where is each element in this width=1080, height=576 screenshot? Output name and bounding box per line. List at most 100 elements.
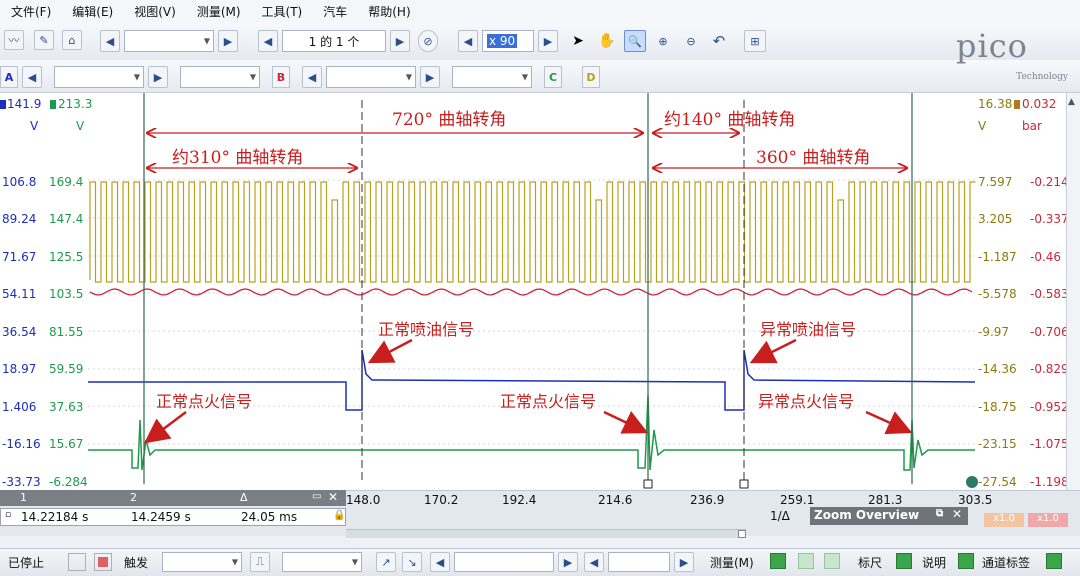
probe-icon[interactable]: ✎: [34, 30, 54, 50]
axis-b-tick: 37.63: [49, 400, 84, 414]
channel-b-range[interactable]: ▼: [326, 66, 416, 88]
add-measurement-icon[interactable]: [770, 553, 786, 569]
channel-a-prev[interactable]: ◀: [22, 66, 42, 88]
ruler-toggle-icon[interactable]: [896, 553, 912, 569]
axis-a-tick: 54.11: [2, 287, 37, 301]
ruler-toggle[interactable]: 1/Δ: [764, 507, 808, 525]
next-button[interactable]: ▶: [218, 30, 238, 52]
ruler-col-2: 2: [130, 491, 137, 504]
pretrigger-field[interactable]: [608, 552, 670, 572]
channel-c-button[interactable]: C: [544, 66, 562, 88]
axis-d-tick: -0.214: [1030, 175, 1069, 189]
page-prev-button[interactable]: ◀: [258, 30, 278, 52]
channel-a-range[interactable]: ▼: [54, 66, 144, 88]
timebase-select[interactable]: ▼: [124, 30, 214, 52]
trigger-channel-select[interactable]: ▼: [282, 552, 362, 572]
zoom-next-button[interactable]: ▶: [538, 30, 558, 52]
menu-file[interactable]: 文件(F): [0, 3, 61, 20]
zoom-fit-icon[interactable]: ⊞: [744, 30, 766, 52]
axis-d-unit: bar: [1022, 119, 1042, 133]
label-abnormal-injection: 异常喷油信号: [760, 320, 857, 339]
delete-measurement-icon[interactable]: [824, 553, 840, 569]
axis-d-tick: -0.337: [1030, 212, 1069, 226]
menu-tools[interactable]: 工具(T): [251, 3, 313, 20]
hand-icon[interactable]: ✋: [596, 30, 618, 52]
scope-plot[interactable]: [0, 93, 1080, 490]
trigger-level-field[interactable]: [454, 552, 554, 572]
trigger-next-icon[interactable]: ▶: [558, 552, 578, 572]
channel-b-prev[interactable]: ◀: [302, 66, 322, 88]
falling-edge-icon[interactable]: ↘: [402, 552, 422, 572]
ruler-value-delta: 24.05 ms: [241, 510, 298, 524]
compass-icon[interactable]: ⊘: [418, 30, 438, 52]
scale-badge-d[interactable]: x1.0: [1028, 513, 1068, 527]
channel-labels-toggle-icon[interactable]: [1046, 553, 1062, 569]
label-310: 约310° 曲轴转角: [172, 148, 304, 168]
page-next-button[interactable]: ▶: [390, 30, 410, 52]
undo-zoom-icon[interactable]: ↶: [708, 30, 730, 52]
scroll-thumb[interactable]: [738, 530, 746, 538]
channel-b-button[interactable]: B: [272, 66, 290, 88]
restore-icon[interactable]: ⧉: [936, 508, 943, 519]
channel-d-button[interactable]: D: [582, 66, 600, 88]
channel-c-trace: [89, 181, 976, 283]
measure-label[interactable]: 测量(M): [710, 554, 754, 571]
menu-view[interactable]: 视图(V): [123, 3, 186, 20]
scale-badge-c[interactable]: x1.0: [984, 513, 1024, 527]
home-icon[interactable]: ⌂: [62, 30, 82, 50]
label-normal-ignition-2: 正常点火信号: [500, 392, 597, 411]
channel-a-coupling[interactable]: ▼: [180, 66, 260, 88]
close-icon[interactable]: ✕: [952, 507, 962, 521]
channel-b-next[interactable]: ▶: [420, 66, 440, 88]
x-tick: 148.0: [346, 493, 381, 507]
pretrigger-prev-icon[interactable]: ◀: [584, 552, 604, 572]
axis-d-tick: -1.075: [1030, 437, 1069, 451]
channel-b-coupling[interactable]: ▼: [452, 66, 532, 88]
menu-help[interactable]: 帮助(H): [357, 3, 420, 20]
axis-d-tick: -0.952: [1030, 400, 1069, 414]
zoom-value: x 90: [487, 34, 518, 48]
zoom-prev-button[interactable]: ◀: [458, 30, 478, 52]
prev-button[interactable]: ◀: [100, 30, 120, 52]
trigger-edge-icon[interactable]: ⎍: [250, 552, 270, 572]
ruler-value-1: 14.22184 s: [21, 510, 89, 524]
zoom-field[interactable]: x 90: [482, 30, 534, 52]
edit-measurement-icon[interactable]: [798, 553, 814, 569]
vertical-scrollbar[interactable]: ▲: [1066, 93, 1080, 490]
channel-c-marker[interactable]: [966, 476, 978, 488]
menu-automotive[interactable]: 汽车: [312, 3, 357, 20]
axis-a-tick: -16.16: [2, 437, 41, 451]
zoom-select-icon[interactable]: 🔍: [624, 30, 646, 52]
channel-d-swatch: [1014, 100, 1020, 109]
zoom-out-icon[interactable]: ⊖: [680, 30, 702, 52]
run-icon[interactable]: [68, 553, 86, 571]
pointer-icon[interactable]: ➤: [568, 30, 588, 52]
minimize-icon[interactable]: ▭: [312, 491, 321, 502]
notes-toggle-icon[interactable]: [958, 553, 974, 569]
horizontal-scrollbar[interactable]: [346, 529, 746, 538]
zoom-overview[interactable]: Zoom Overview ⧉ ✕: [810, 507, 968, 525]
ruler-toggle-label: 1/Δ: [770, 509, 790, 523]
scroll-up-icon[interactable]: ▲: [1068, 97, 1075, 107]
trigger-prev-icon[interactable]: ◀: [430, 552, 450, 572]
axis-a-tick: 18.97: [2, 362, 37, 376]
menu-measure[interactable]: 测量(M): [186, 3, 251, 20]
rising-edge-icon[interactable]: ↗: [376, 552, 396, 572]
scope-view[interactable]: 720° 曲轴转角 约310° 曲轴转角 约140° 曲轴转角 360° 曲轴转…: [0, 93, 1080, 490]
menu-edit[interactable]: 编辑(E): [61, 3, 123, 20]
status-stopped: 已停止: [8, 556, 45, 570]
zoom-in-icon[interactable]: ⊕: [652, 30, 674, 52]
ruler-handle: [739, 479, 749, 489]
axis-b-tick: 15.67: [49, 437, 84, 451]
dashed-markers: [361, 100, 745, 484]
axis-d-tick: -0.829: [1030, 362, 1069, 376]
ruler-values-row: ▫ 14.22184 s 14.2459 s 24.05 ms 🔒: [0, 508, 346, 526]
pretrigger-next-icon[interactable]: ▶: [674, 552, 694, 572]
lock-icon[interactable]: 🔒: [333, 510, 345, 521]
close-icon[interactable]: ✕: [328, 490, 338, 504]
scope-mode-icon[interactable]: 〰: [4, 30, 24, 50]
channel-a-button[interactable]: A: [0, 66, 18, 88]
channel-a-next[interactable]: ▶: [148, 66, 168, 88]
trigger-mode-select[interactable]: ▼: [162, 552, 242, 572]
stop-icon[interactable]: [94, 553, 112, 571]
